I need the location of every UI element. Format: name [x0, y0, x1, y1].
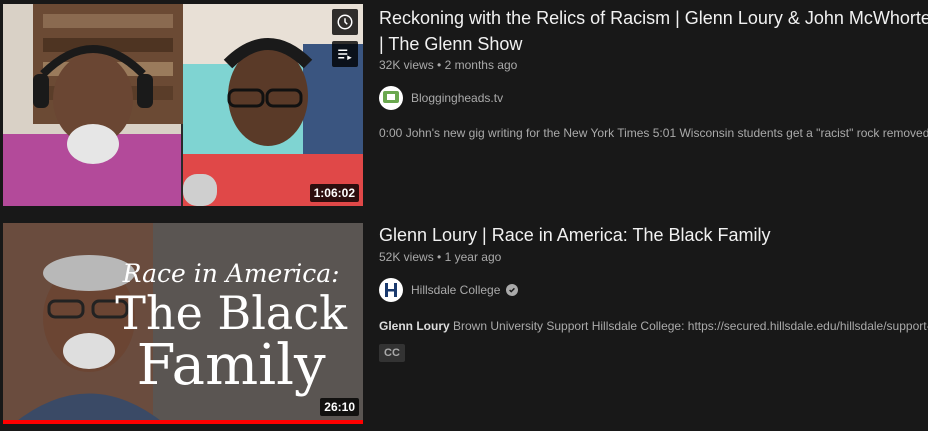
description-highlight: Glenn Loury — [379, 319, 450, 333]
add-to-queue-icon — [338, 49, 352, 60]
duration-badge: 26:10 — [320, 398, 359, 416]
cc-badge: CC — [379, 344, 405, 362]
thumbnail-title-text: Race in America: The Black Family — [115, 259, 347, 395]
hillsdale-logo-icon — [385, 283, 397, 297]
video-title[interactable]: Reckoning with the Relics of Racism | Gl… — [379, 5, 928, 57]
channel-name[interactable]: Hillsdale College — [411, 283, 500, 297]
bloggingheads-logo-icon — [383, 91, 399, 103]
thumbnail-text-line: The Black — [115, 286, 347, 340]
thumbnail-image — [3, 4, 363, 206]
add-to-queue-button[interactable] — [332, 41, 358, 67]
thumbnail-text-line: Family — [136, 333, 326, 398]
video-title[interactable]: Glenn Loury | Race in America: The Black… — [379, 222, 928, 248]
channel-avatar[interactable] — [379, 278, 403, 302]
description-text: Brown University Support Hillsdale Colle… — [449, 319, 928, 333]
video-description: Glenn Loury Brown University Support Hil… — [379, 319, 928, 333]
watched-progress-bar — [3, 420, 363, 424]
channel-avatar[interactable] — [379, 86, 403, 110]
meta-separator: • — [437, 58, 442, 72]
channel-name[interactable]: Bloggingheads.tv — [411, 91, 503, 105]
view-count: 52K views — [379, 250, 434, 264]
view-count: 32K views — [379, 58, 434, 72]
channel-link[interactable]: Hillsdale College — [379, 278, 519, 302]
video-description: 0:00 John's new gig writing for the New … — [379, 126, 928, 140]
video-thumbnail[interactable]: Race in America: The Black Family 26:10 — [3, 223, 363, 424]
video-result[interactable]: Race in America: The Black Family 26:10 … — [0, 220, 928, 431]
clock-icon — [337, 14, 353, 30]
video-thumbnail[interactable]: 1:06:02 — [3, 4, 363, 206]
upload-age: 2 months ago — [444, 58, 518, 72]
thumbnail-text-line: Race in America: — [122, 259, 340, 288]
meta-separator: • — [437, 250, 442, 264]
upload-age: 1 year ago — [444, 250, 502, 264]
duration-badge: 1:06:02 — [309, 184, 359, 202]
video-result[interactable]: 1:06:02 Reckoning with the Relics of Rac… — [0, 0, 928, 210]
channel-link[interactable]: Bloggingheads.tv — [379, 86, 503, 110]
verified-icon — [506, 284, 519, 296]
watch-later-button[interactable] — [332, 9, 358, 35]
video-metadata: 32K views • 2 months ago — [379, 58, 517, 72]
video-metadata: 52K views • 1 year ago — [379, 250, 501, 264]
